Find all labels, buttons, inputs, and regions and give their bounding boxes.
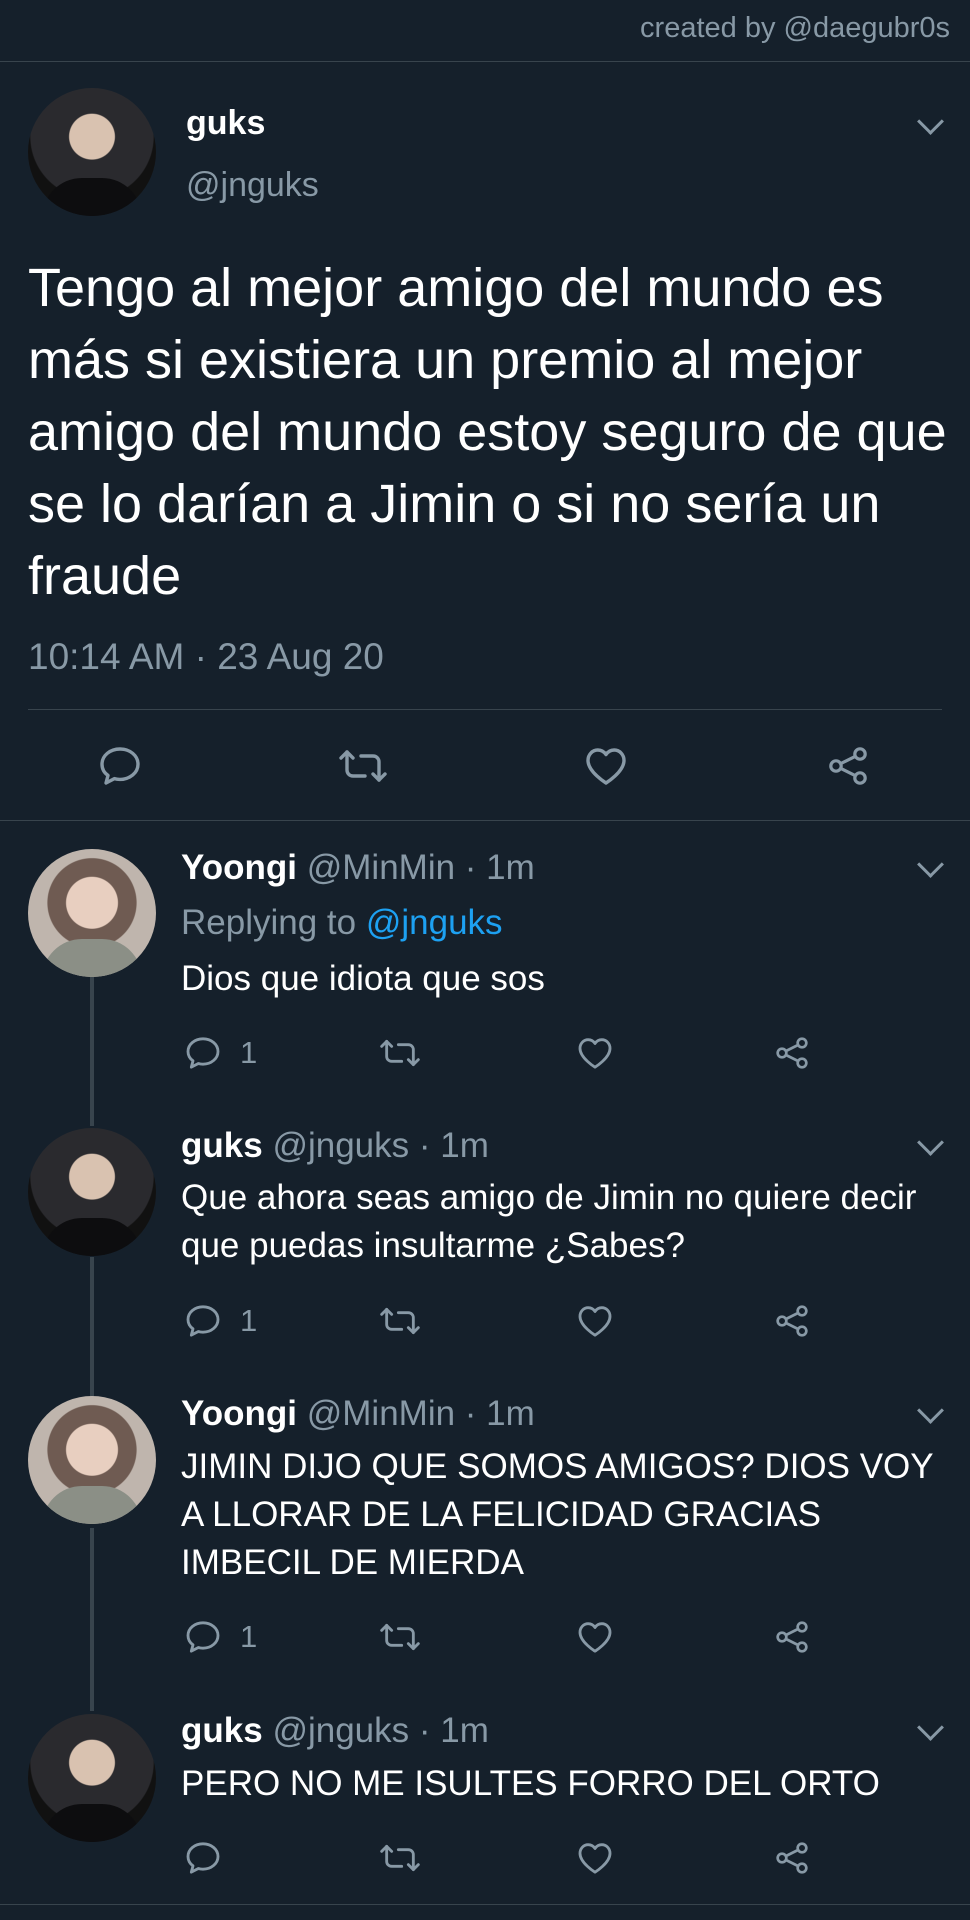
- action-divider: [28, 709, 942, 710]
- reply-count: 1: [240, 1619, 258, 1654]
- comment-icon[interactable]: [183, 1617, 223, 1657]
- author-meta[interactable]: @MinMin · 1m: [307, 848, 535, 887]
- chevron-down-icon[interactable]: [917, 1397, 944, 1424]
- avatar[interactable]: [28, 1714, 156, 1842]
- bottom-divider: [0, 1904, 970, 1905]
- author-handle[interactable]: @jnguks: [186, 166, 319, 205]
- tweet-text: Tengo al mejor amigo del mundo es más si…: [28, 258, 947, 606]
- reply-text: PERO NO ME ISULTES FORRO DEL ORTO: [181, 1764, 880, 1803]
- author-meta[interactable]: @jnguks · 1m: [272, 1711, 488, 1750]
- author-meta[interactable]: @MinMin · 1m: [307, 1394, 535, 1433]
- author-name[interactable]: Yoongi: [181, 1394, 297, 1433]
- reply-count: 1: [240, 1035, 258, 1070]
- like-icon[interactable]: [575, 1301, 615, 1341]
- credit-text: created by @daegubr0s: [640, 12, 950, 44]
- like-icon[interactable]: [575, 1033, 615, 1073]
- share-icon[interactable]: [824, 742, 872, 790]
- author-name[interactable]: guks: [181, 1126, 263, 1165]
- author-name[interactable]: guks: [186, 104, 265, 143]
- tweet-timestamp: 10:14 AM · 23 Aug 20: [28, 636, 384, 677]
- avatar[interactable]: [28, 1128, 156, 1256]
- comment-icon[interactable]: [183, 1033, 223, 1073]
- main-tweet: guks @jnguks Tengo al mejor amigo del mu…: [0, 62, 970, 820]
- chevron-down-icon[interactable]: [917, 851, 944, 878]
- thread-line: [90, 977, 94, 1126]
- chevron-down-icon[interactable]: [917, 1714, 944, 1741]
- reply-header: Yoongi @MinMin · 1m: [181, 1394, 535, 1434]
- reply-text: JIMIN DIJO QUE SOMOS AMIGOS? DIOS VOY A …: [181, 1447, 933, 1582]
- like-icon[interactable]: [582, 742, 630, 790]
- reply-text: Que ahora seas amigo de Jimin no quiere …: [181, 1178, 917, 1265]
- chevron-down-icon[interactable]: [917, 108, 944, 135]
- author-name[interactable]: guks: [181, 1711, 263, 1750]
- author-name[interactable]: Yoongi: [181, 848, 297, 887]
- avatar[interactable]: [28, 88, 156, 216]
- reply-header: guks @jnguks · 1m: [181, 1126, 489, 1166]
- avatar[interactable]: [28, 849, 156, 977]
- replying-to: Replying to @jnguks: [181, 903, 503, 943]
- like-icon[interactable]: [575, 1838, 615, 1878]
- retweet-icon[interactable]: [378, 1838, 422, 1878]
- share-icon[interactable]: [772, 1838, 812, 1878]
- share-icon[interactable]: [772, 1033, 812, 1073]
- reply-text: Dios que idiota que sos: [181, 959, 545, 998]
- thread-line: [90, 1257, 94, 1401]
- retweet-icon[interactable]: [336, 742, 390, 790]
- retweet-icon[interactable]: [378, 1301, 422, 1341]
- like-icon[interactable]: [575, 1617, 615, 1657]
- chevron-down-icon[interactable]: [917, 1129, 944, 1156]
- comment-icon[interactable]: [183, 1838, 223, 1878]
- reply-header: Yoongi @MinMin · 1m: [181, 848, 535, 888]
- reply-count: 1: [240, 1303, 258, 1338]
- avatar[interactable]: [28, 1396, 156, 1524]
- author-meta[interactable]: @jnguks · 1m: [272, 1126, 488, 1165]
- replying-label: Replying to: [181, 903, 357, 942]
- retweet-icon[interactable]: [378, 1617, 422, 1657]
- replying-handle-link[interactable]: @jnguks: [366, 903, 503, 942]
- section-divider: [0, 820, 970, 821]
- retweet-icon[interactable]: [378, 1033, 422, 1073]
- comment-icon[interactable]: [96, 742, 144, 790]
- comment-icon[interactable]: [183, 1301, 223, 1341]
- share-icon[interactable]: [772, 1301, 812, 1341]
- share-icon[interactable]: [772, 1617, 812, 1657]
- reply-header: guks @jnguks · 1m: [181, 1711, 489, 1751]
- thread-line: [90, 1528, 94, 1711]
